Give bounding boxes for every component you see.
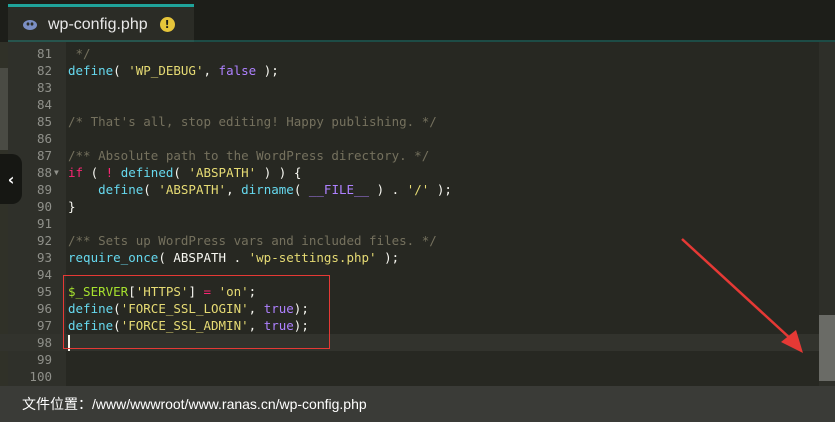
php-file-icon	[23, 19, 37, 30]
tab-bar: wp-config.php !	[0, 0, 835, 42]
warning-icon[interactable]: !	[159, 17, 175, 32]
code-editor[interactable]: 81 */82 define( 'WP_DEBUG', false ); 83 84 8…	[0, 42, 835, 386]
file-location-label: 文件位置：	[22, 396, 92, 412]
file-path: /www/wwwroot/www.ranas.cn/wp-config.php	[92, 396, 367, 412]
status-bar: 文件位置： /www/wwwroot/www.ranas.cn/wp-confi…	[0, 386, 835, 422]
tab-wp-config[interactable]: wp-config.php !	[8, 4, 194, 42]
annotation-arrow-icon	[681, 238, 803, 353]
tab-title: wp-config.php	[48, 15, 148, 33]
